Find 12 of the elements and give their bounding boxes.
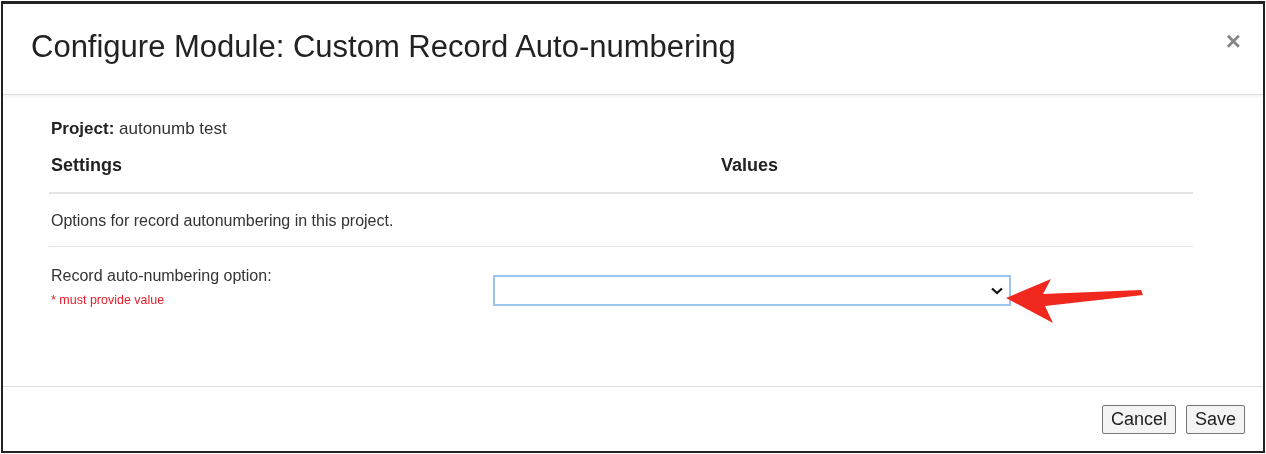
- column-header: Settings: [51, 155, 123, 176]
- chevron-down-icon: [991, 286, 1003, 295]
- option-dropdown[interactable]: [493, 275, 1011, 306]
- project-line: Project: autonumb test: [51, 119, 228, 139]
- save-button[interactable]: Save: [1185, 404, 1245, 434]
- section-description: Options for record autonumbering in this project.: [49, 194, 1193, 247]
- cancel-button[interactable]: Cancel: [1101, 404, 1176, 434]
- close-button[interactable]: ×: [1221, 25, 1245, 57]
- dialog-title: Configure Module: Custom Record Auto-numbering: [31, 29, 736, 65]
- column-header: Values: [721, 155, 780, 176]
- required-note: * must provide value: [51, 293, 166, 307]
- setting-label: Record auto-numbering option:: [51, 267, 273, 285]
